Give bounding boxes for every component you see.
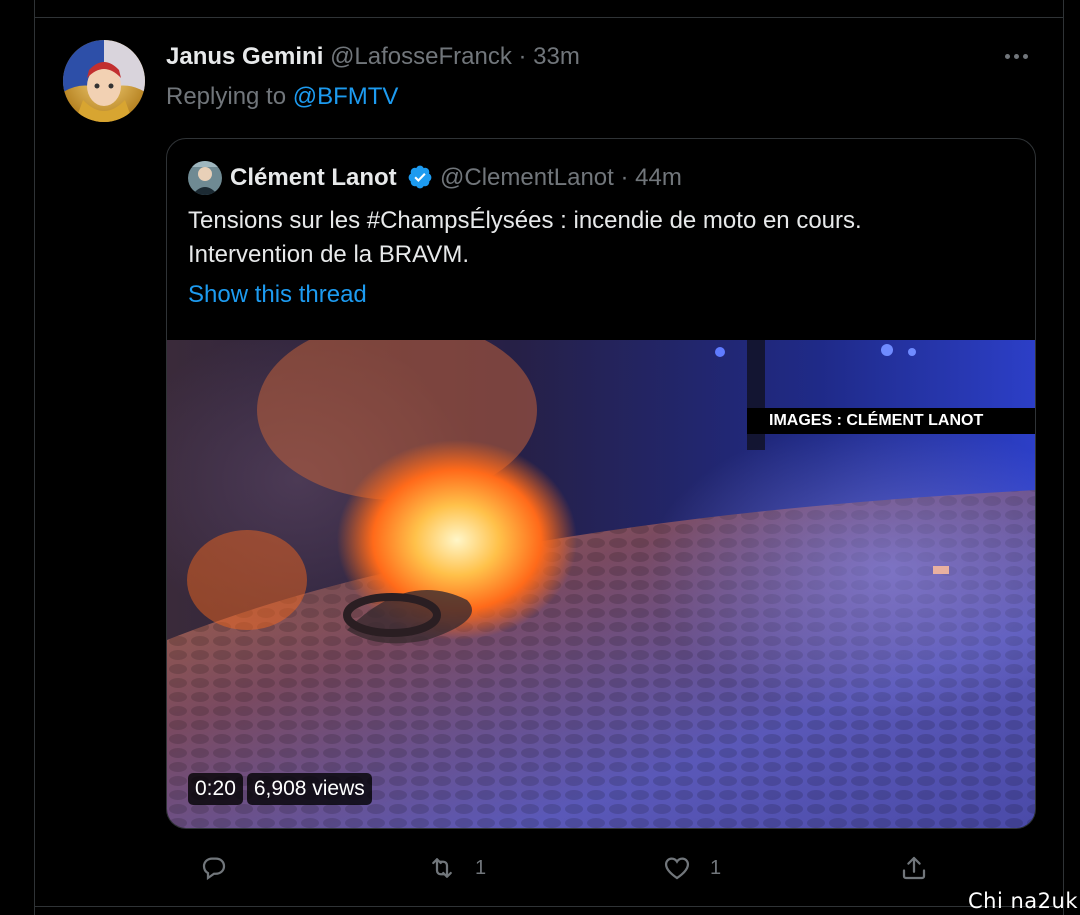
quoted-avatar-image <box>188 161 222 195</box>
verified-icon <box>408 165 432 189</box>
tweet-actions: 1 1 <box>166 848 1036 888</box>
like-count: 1 <box>710 856 722 879</box>
video-player[interactable]: IMAGES : CLÉMENT LANOT 0:20 6,908 views <box>167 340 1035 828</box>
author-handle-time[interactable]: @LafosseFranck · 33m <box>330 43 580 70</box>
quoted-text-line: Tensions sur les #ChampsÉlysées : incend… <box>188 207 862 234</box>
reply-icon <box>202 857 226 881</box>
retweet-count: 1 <box>475 856 487 879</box>
video-overlay: 0:20 6,908 views <box>188 773 372 805</box>
quoted-author-name[interactable]: Clément Lanot <box>230 164 397 191</box>
replying-to: Replying to @BFMTV <box>166 82 398 112</box>
author-name[interactable]: Janus Gemini <box>166 43 323 70</box>
tweet-header: Janus Gemini @LafosseFranck · 33m <box>166 42 580 72</box>
share-button[interactable] <box>899 848 929 888</box>
reply-button[interactable] <box>199 848 247 888</box>
video-views: 6,908 views <box>246 773 372 805</box>
timeline-column: Janus Gemini @LafosseFranck · 33m Replyi… <box>34 0 1064 915</box>
quoted-text-line: Intervention de la BRAVM. <box>188 241 470 268</box>
quoted-author-handle-time[interactable]: @ClementLanot · 44m <box>440 164 682 191</box>
quoted-tweet-header: Clément Lanot @ClementLanot · 44m <box>230 163 682 193</box>
retweet-icon <box>432 858 452 878</box>
quoted-author-avatar[interactable] <box>188 161 222 195</box>
like-button[interactable]: 1 <box>662 848 721 888</box>
divider-top <box>35 17 1063 18</box>
author-avatar-image <box>63 40 145 122</box>
share-icon <box>902 856 926 880</box>
quoted-tweet-card[interactable]: Clément Lanot @ClementLanot · 44m Tensio… <box>166 138 1036 829</box>
video-duration: 0:20 <box>188 773 243 805</box>
watermark-text: Chi na2uk <box>968 889 1078 913</box>
show-thread-link[interactable]: Show this thread <box>188 280 367 310</box>
video-caption-banner: IMAGES : CLÉMENT LANOT <box>747 408 1035 434</box>
quoted-tweet-text: Tensions sur les #ChampsÉlysées : incend… <box>188 204 1008 272</box>
replying-handle-link[interactable]: @BFMTV <box>293 83 399 110</box>
more-icon[interactable] <box>1005 50 1035 64</box>
like-icon <box>664 857 690 880</box>
divider-bottom <box>35 906 1063 907</box>
retweet-button[interactable]: 1 <box>427 848 486 888</box>
replying-prefix: Replying to <box>166 83 287 110</box>
author-avatar[interactable] <box>63 40 145 122</box>
